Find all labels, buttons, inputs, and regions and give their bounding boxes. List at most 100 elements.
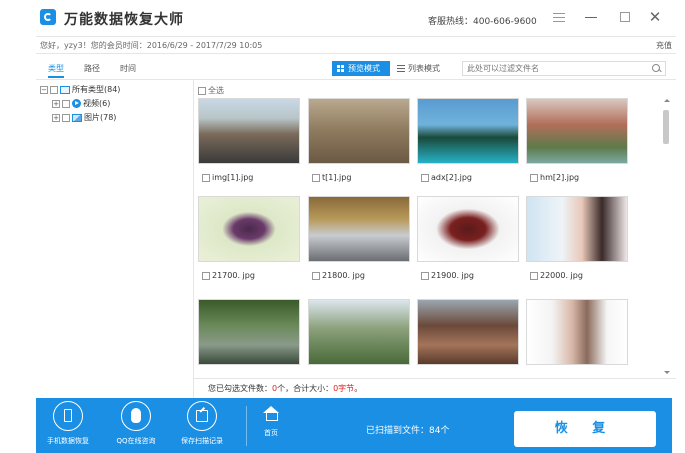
file-item[interactable] xyxy=(198,299,300,378)
file-checkbox[interactable] xyxy=(530,173,538,182)
tree-item-image[interactable]: + 图片(78) xyxy=(52,112,116,124)
list-mode-label: 列表模式 xyxy=(408,64,440,73)
footer-divider xyxy=(246,406,247,446)
tab-time[interactable]: 时间 xyxy=(120,63,136,74)
thumbnail[interactable] xyxy=(308,196,410,262)
file-name: t[1].jpg xyxy=(322,173,352,182)
member-bar: 您好，yzy3！您的会员时间：2016/6/29 - 2017/7/29 10:… xyxy=(36,36,676,54)
file-checkbox[interactable] xyxy=(312,173,320,182)
file-item[interactable] xyxy=(308,299,410,378)
file-checkbox[interactable] xyxy=(202,173,210,182)
select-all-checkbox[interactable] xyxy=(198,86,206,95)
close-icon[interactable]: ✕ xyxy=(648,10,662,25)
file-item[interactable]: hm[2].jpg xyxy=(526,98,628,198)
qq-consult-label: QQ在线咨询 xyxy=(116,437,156,445)
preview-mode-button[interactable]: 预览模式 xyxy=(332,61,390,76)
home-button[interactable]: 首页 xyxy=(256,406,286,438)
thumbnail[interactable] xyxy=(308,299,410,365)
file-checkbox[interactable] xyxy=(421,271,429,280)
file-name: 21700. jpg xyxy=(212,271,255,280)
scroll-thumb[interactable] xyxy=(663,110,669,144)
thumbnail[interactable] xyxy=(417,299,519,365)
thumbnail[interactable] xyxy=(308,98,410,164)
recover-button[interactable]: 恢 复 xyxy=(514,411,656,447)
file-name: 22000. jpg xyxy=(540,271,583,280)
file-checkbox[interactable] xyxy=(312,271,320,280)
file-item[interactable]: adx[2].jpg xyxy=(417,98,519,198)
file-item[interactable] xyxy=(526,299,628,378)
list-icon xyxy=(397,65,405,72)
home-icon xyxy=(263,406,279,421)
filter-input[interactable] xyxy=(467,62,637,75)
image-icon xyxy=(72,113,82,122)
edit-icon xyxy=(196,410,208,422)
filter-box xyxy=(462,61,666,76)
tree-label-all: 所有类型(84) xyxy=(72,85,121,94)
scroll-down-icon[interactable] xyxy=(663,370,670,376)
tree-item-video[interactable]: + 视频(6) xyxy=(52,98,110,110)
tab-path[interactable]: 路径 xyxy=(84,63,100,74)
status-mid: 个，合计大小： xyxy=(277,384,334,393)
thumbnail[interactable] xyxy=(198,299,300,365)
file-item[interactable]: 21800. jpg xyxy=(308,196,410,296)
toolbar: 类型 路径 时间 预览模式 列表模式 xyxy=(36,58,676,80)
menu-icon[interactable] xyxy=(552,10,566,24)
save-scan-label: 保存扫描记录 xyxy=(181,437,223,445)
selected-size: 0字节 xyxy=(333,384,355,393)
scanned-count: 已扫描到文件：84个 xyxy=(366,426,450,436)
maximize-icon[interactable] xyxy=(618,10,632,24)
thumbnail[interactable] xyxy=(526,196,628,262)
thumbnail[interactable] xyxy=(526,299,628,365)
select-all-label: 全选 xyxy=(208,86,224,95)
status-suffix: 。 xyxy=(354,384,363,393)
search-icon[interactable] xyxy=(652,64,661,73)
scroll-up-icon[interactable] xyxy=(663,98,670,104)
phone-recover-label: 手机数据恢复 xyxy=(47,437,89,445)
minimize-icon[interactable] xyxy=(585,10,599,24)
expand-icon[interactable]: + xyxy=(52,113,60,122)
file-item[interactable]: img[1].jpg xyxy=(198,98,300,198)
status-prefix: 您已勾选文件数： xyxy=(208,384,272,393)
tree-checkbox-all[interactable] xyxy=(50,85,58,94)
list-mode-button[interactable]: 列表模式 xyxy=(392,61,450,76)
file-grid: img[1].jpg t[1].jpg adx[2].jpg hm[2].jpg… xyxy=(198,98,660,378)
title-bar: 万能数据恢复大师 客服热线：400-606-9600 ✕ xyxy=(0,0,685,34)
file-item[interactable] xyxy=(417,299,519,378)
file-checkbox[interactable] xyxy=(202,271,210,280)
file-item[interactable]: t[1].jpg xyxy=(308,98,410,198)
phone-recover-button[interactable]: 手机数据恢复 xyxy=(38,401,98,453)
phone-icon xyxy=(64,409,72,422)
file-name: adx[2].jpg xyxy=(431,173,472,182)
file-item[interactable]: 22000. jpg xyxy=(526,196,628,296)
grid-scrollbar[interactable] xyxy=(662,98,670,376)
tree-checkbox-image[interactable] xyxy=(62,113,70,122)
tree-checkbox-video[interactable] xyxy=(62,99,70,108)
video-icon xyxy=(72,99,81,108)
file-checkbox[interactable] xyxy=(421,173,429,182)
thumbnail[interactable] xyxy=(417,196,519,262)
qq-icon xyxy=(131,408,141,423)
tree-label-image: 图片(78) xyxy=(84,113,117,122)
save-scan-button[interactable]: 保存扫描记录 xyxy=(172,401,232,453)
file-name: 21800. jpg xyxy=(322,271,365,280)
type-tree: − 所有类型(84) + 视频(6) + 图片(78) xyxy=(36,80,194,398)
thumbnail[interactable] xyxy=(417,98,519,164)
preview-mode-label: 预览模式 xyxy=(348,64,380,73)
file-item[interactable]: 21900. jpg xyxy=(417,196,519,296)
tab-type[interactable]: 类型 xyxy=(48,63,64,78)
tree-label-video: 视频(6) xyxy=(83,99,111,108)
qq-consult-button[interactable]: QQ在线咨询 xyxy=(106,401,166,453)
recharge-link[interactable]: 充值 xyxy=(656,40,672,51)
expand-icon[interactable]: + xyxy=(52,99,60,108)
selection-status: 您已勾选文件数：0个，合计大小：0字节。 xyxy=(194,378,676,398)
select-all[interactable]: 全选 xyxy=(198,85,224,96)
thumbnail[interactable] xyxy=(198,98,300,164)
file-name: 21900. jpg xyxy=(431,271,474,280)
file-checkbox[interactable] xyxy=(530,271,538,280)
home-label: 首页 xyxy=(264,429,278,437)
thumbnail[interactable] xyxy=(526,98,628,164)
tree-item-all[interactable]: − 所有类型(84) xyxy=(40,84,120,96)
collapse-icon[interactable]: − xyxy=(40,85,48,94)
thumbnail[interactable] xyxy=(198,196,300,262)
file-item[interactable]: 21700. jpg xyxy=(198,196,300,296)
